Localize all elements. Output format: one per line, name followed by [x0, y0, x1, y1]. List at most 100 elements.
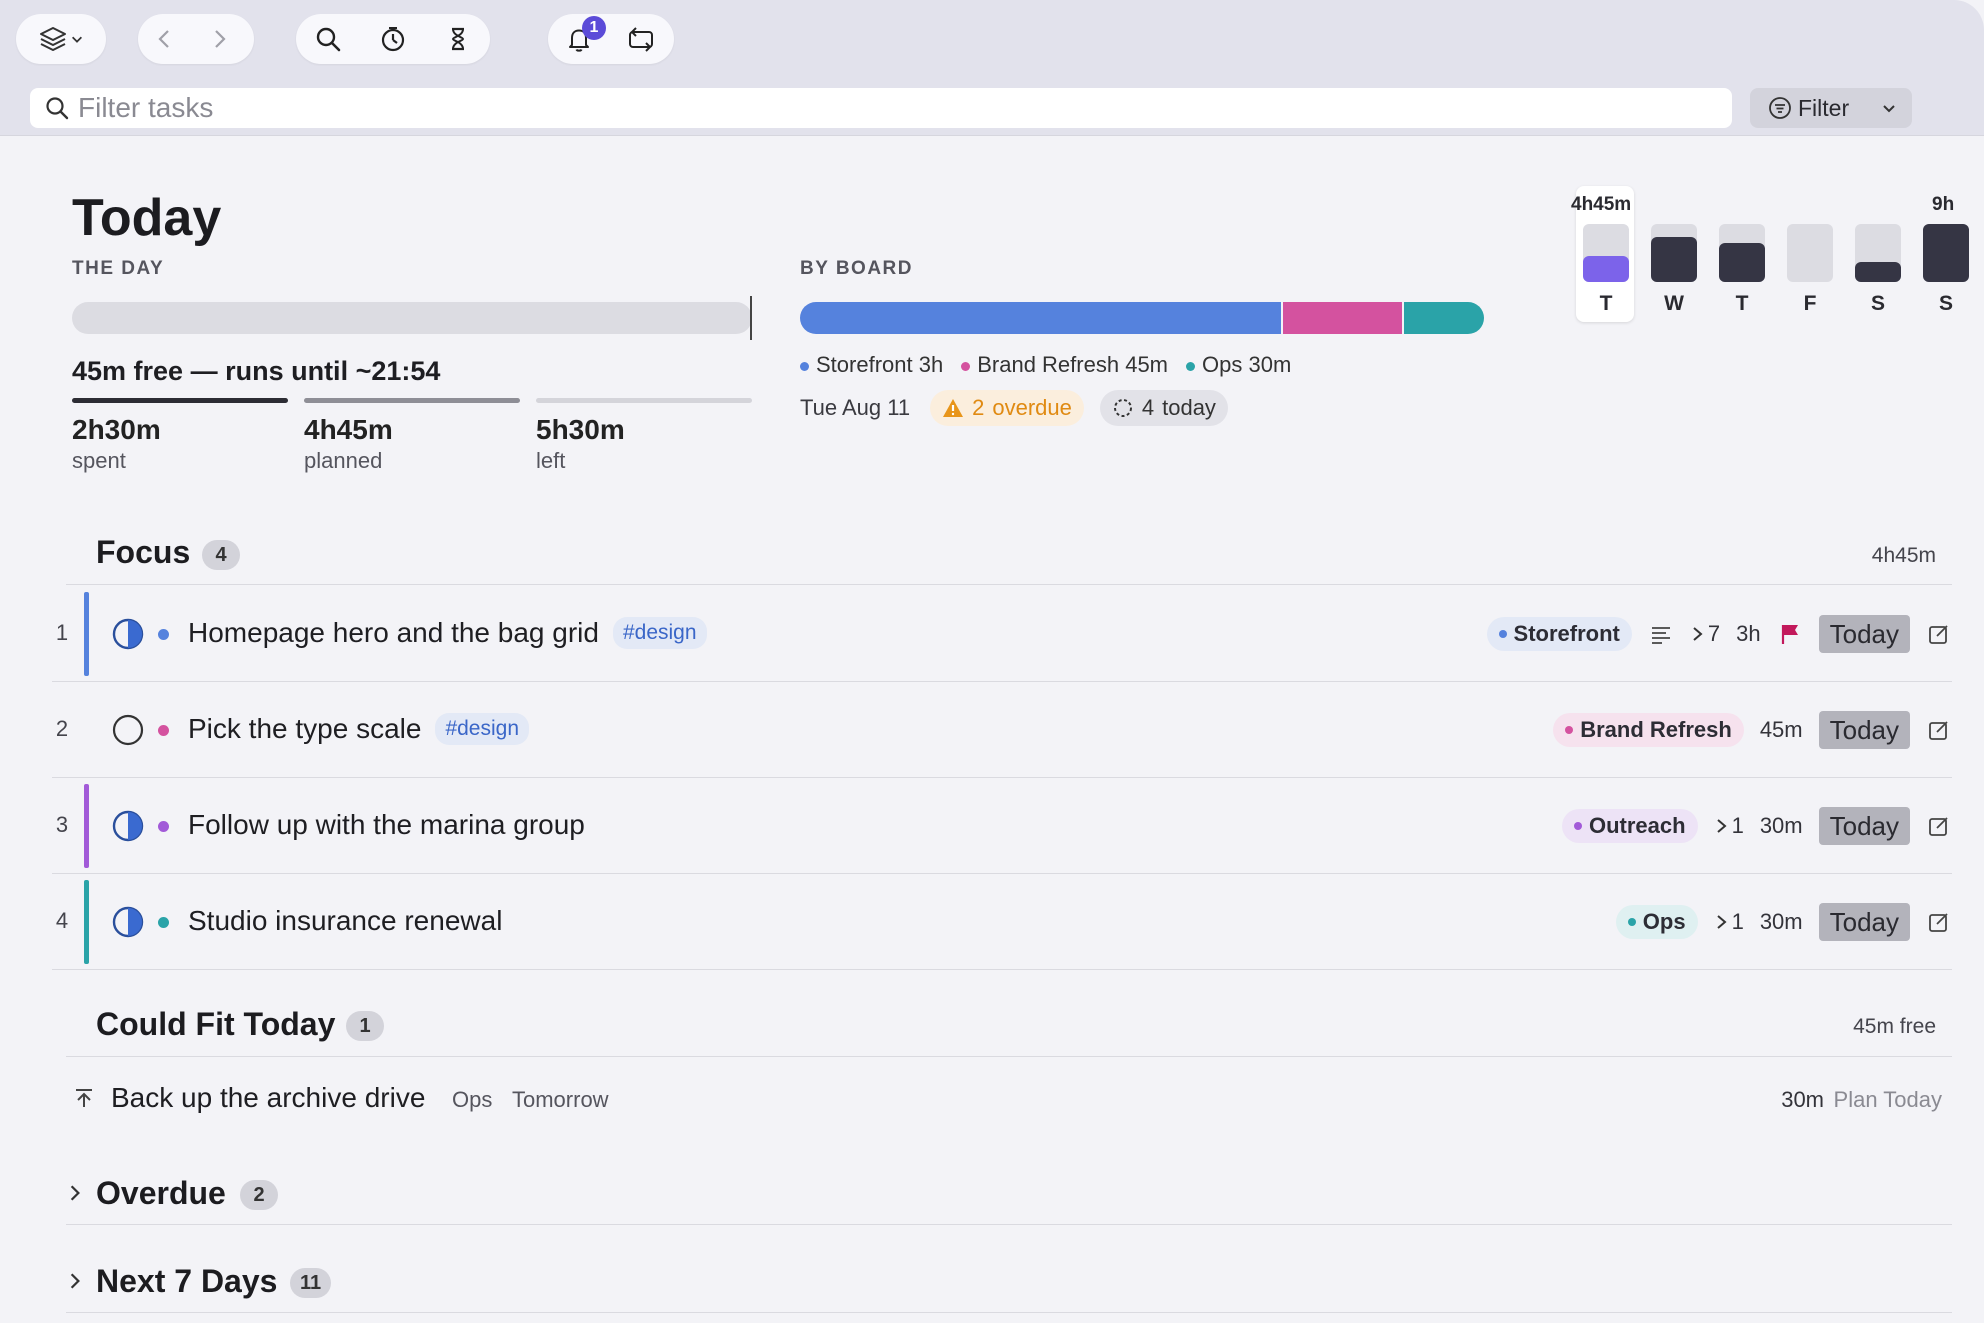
half-progress-icon: [112, 906, 144, 938]
edit-icon: [1929, 721, 1948, 740]
task-tag[interactable]: #design: [435, 713, 530, 745]
board-segment-brand-refresh: [1282, 302, 1404, 334]
task-notes-indicator: [1648, 621, 1674, 647]
task-edit-button[interactable]: [1926, 717, 1952, 743]
chevron-right-icon: [70, 1185, 80, 1201]
task-row[interactable]: 3 Follow up with the marina group Outreach…: [52, 778, 1952, 874]
planned-bar: [304, 398, 520, 403]
search-button[interactable]: [301, 14, 355, 64]
task-row[interactable]: 1 Homepage hero and the bag grid #design St…: [52, 586, 1952, 682]
today-count-pill[interactable]: 4 today: [1099, 390, 1228, 426]
overdue-pill[interactable]: 2 overdue: [930, 390, 1084, 426]
task-row[interactable]: 2 Pick the type scale #design Brand Refresh…: [52, 682, 1952, 778]
week-load-chart: TWTFSS: [1575, 186, 1975, 326]
task-title-group[interactable]: Follow up with the marina group: [188, 809, 585, 841]
could-fit-task-duration: 30m: [1781, 1087, 1824, 1112]
task-title-group[interactable]: Studio insurance renewal: [188, 905, 502, 937]
task-title: Homepage hero and the bag grid: [188, 617, 599, 648]
timer-icon: [381, 27, 405, 52]
layers-icon: [40, 27, 66, 51]
move-to-top-icon[interactable]: [72, 1086, 96, 1110]
task-schedule-button[interactable]: Today: [1818, 807, 1910, 845]
spent-label: spent: [72, 448, 126, 473]
switch-arrows-icon: [629, 27, 653, 52]
planned-label: planned: [304, 448, 383, 473]
task-board-chip-dot: [1627, 918, 1636, 926]
week-day-bar-fill: [1855, 261, 1901, 282]
hourglass-button[interactable]: [431, 14, 485, 64]
task-edit-button[interactable]: [1926, 621, 1952, 647]
timer-button[interactable]: [366, 14, 420, 64]
edit-icon: [1929, 817, 1948, 836]
today-count: 4: [1141, 395, 1155, 420]
task-number: 4: [55, 908, 69, 933]
divider: [66, 1224, 1952, 1225]
search-icon: [46, 97, 69, 120]
task-title: Studio insurance renewal: [188, 905, 503, 936]
task-board-chip[interactable]: Brand Refresh: [1553, 713, 1744, 747]
spent-bar: [72, 398, 288, 403]
spent-value: 2h30m: [72, 414, 161, 445]
task-schedule-button[interactable]: Today: [1818, 615, 1910, 653]
task-board-name: Brand Refresh: [1580, 717, 1732, 742]
task-duration: 45m: [1759, 717, 1803, 742]
divider: [66, 584, 1952, 585]
task-schedule-button[interactable]: Today: [1818, 903, 1910, 941]
task-status-toggle[interactable]: [112, 810, 144, 842]
legend-ops: Ops 30m: [1186, 352, 1291, 378]
legend-storefront-name: Storefront: [816, 352, 913, 377]
task-subtask-count: 7: [1707, 621, 1721, 646]
overdue-label: overdue: [992, 395, 1072, 420]
task-schedule-button[interactable]: Today: [1818, 711, 1910, 749]
task-status-toggle[interactable]: [112, 714, 144, 746]
search-bar: Filter: [0, 82, 1984, 136]
task-accent-bar: [84, 784, 89, 868]
back-button[interactable]: [138, 14, 192, 64]
task-title-group[interactable]: Homepage hero and the bag grid #design: [188, 617, 707, 649]
task-number: 2: [55, 716, 69, 741]
task-board-chip[interactable]: Storefront: [1486, 617, 1632, 651]
task-status-toggle[interactable]: [112, 618, 144, 650]
could-fit-task-row[interactable]: Back up the archive drive Ops Tomorrow 3…: [66, 1070, 1942, 1126]
could-fit-task-when: Tomorrow: [512, 1087, 609, 1112]
filter-button[interactable]: Filter: [1750, 88, 1912, 128]
layers-menu-button[interactable]: [16, 14, 106, 64]
task-title: Follow up with the marina group: [188, 809, 585, 840]
notifications-button[interactable]: 1: [548, 14, 610, 64]
task-duration: 3h: [1736, 621, 1761, 646]
task-board-chip[interactable]: Ops: [1615, 905, 1698, 939]
week-day-bar-fill: [1719, 242, 1765, 282]
divider: [66, 1056, 1952, 1057]
task-board-dot: [158, 725, 169, 736]
week-day-bar-fill: [1923, 224, 1969, 282]
task-board-dot: [158, 629, 169, 640]
task-title-group[interactable]: Pick the type scale #design: [188, 713, 530, 745]
could-fit-section-title: Could Fit Today: [96, 1006, 336, 1042]
task-row[interactable]: 4 Studio insurance renewal Ops 1 30m Today: [52, 874, 1952, 970]
week-day-bar-track: [1651, 224, 1697, 282]
legend-brand-refresh: Brand Refresh 45m: [961, 352, 1168, 378]
week-day-label: S: [1870, 292, 1885, 315]
task-subtasks[interactable]: 7: [1690, 621, 1720, 647]
search-field[interactable]: [30, 88, 1732, 128]
task-board-dot: [158, 821, 169, 832]
focus-section-title: Focus: [96, 534, 191, 570]
task-board-chip[interactable]: Outreach: [1561, 809, 1698, 843]
task-status-toggle[interactable]: [112, 906, 144, 938]
task-meta: Storefront 7 3h Today: [1486, 610, 1952, 658]
search-input[interactable]: [78, 92, 1678, 124]
divider: [66, 1312, 1952, 1313]
switch-view-button[interactable]: [610, 14, 672, 64]
task-edit-button[interactable]: [1926, 909, 1952, 935]
forward-button[interactable]: [192, 14, 246, 64]
task-subtasks[interactable]: 1: [1714, 909, 1744, 935]
task-tag[interactable]: #design: [612, 617, 707, 649]
plan-today-button[interactable]: Plan Today: [1834, 1087, 1942, 1113]
hourglass-icon: [451, 27, 464, 51]
task-accent-bar: [84, 592, 89, 676]
task-subtasks[interactable]: 1: [1714, 813, 1744, 839]
task-edit-button[interactable]: [1926, 813, 1952, 839]
task-board-chip-dot: [1573, 822, 1582, 830]
task-flag[interactable]: [1777, 621, 1803, 647]
next-7-days-section-count: 11: [290, 1268, 332, 1298]
